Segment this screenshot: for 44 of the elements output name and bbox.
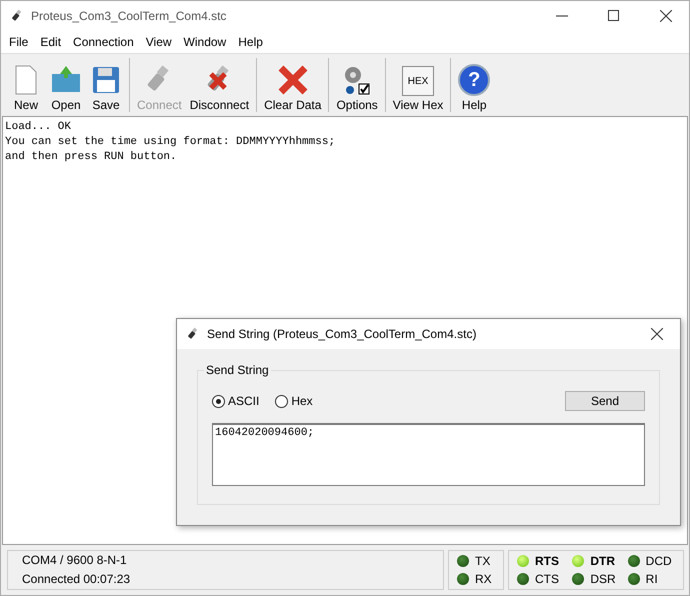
radio-option[interactable]: Hex xyxy=(275,394,313,408)
maximize-icon xyxy=(608,10,620,22)
terminal-line: Load... OK xyxy=(5,120,72,135)
menu-item[interactable]: View xyxy=(140,35,178,49)
connection-status: Connected 00:07:23 xyxy=(22,571,132,588)
terminal-line: and then press RUN button. xyxy=(5,150,178,165)
radio-option[interactable]: ASCII xyxy=(212,394,260,408)
lamp-label: DSR xyxy=(590,572,616,586)
lamp-label: RX xyxy=(475,572,492,586)
lamp-label: RTS xyxy=(535,554,559,568)
send-button[interactable]: Send xyxy=(565,391,645,411)
cross-icon xyxy=(276,64,309,96)
terminal-line: You can set the time using format: DDMMYYYYhhmmss; xyxy=(5,135,336,150)
menu-item[interactable]: Help xyxy=(232,35,269,49)
lamp-label: CTS xyxy=(535,572,559,586)
lamp-label: DCD xyxy=(646,554,672,568)
port-settings: COM4 / 9600 8-N-1 xyxy=(22,552,128,569)
hex-icon: HEX xyxy=(402,66,434,96)
radio-button[interactable] xyxy=(275,394,288,408)
toolbar-button[interactable]: HEX View Hex xyxy=(388,58,448,112)
menu-item[interactable]: Connection xyxy=(67,35,140,49)
toolbar-button[interactable]: Disconnect xyxy=(186,58,254,112)
toolbar-button[interactable]: Clear Data xyxy=(260,58,326,112)
menu-item[interactable]: Window xyxy=(178,35,232,49)
help-icon: ? xyxy=(458,64,490,96)
toolbar-button[interactable]: Save xyxy=(86,58,126,112)
lamp-label: DTR xyxy=(590,554,615,568)
lamp-label: TX xyxy=(475,554,490,568)
menu-item[interactable]: Edit xyxy=(34,35,68,49)
radio-label: Hex xyxy=(291,394,313,408)
group-label: Send String xyxy=(204,363,271,377)
toolbar-button[interactable]: Open xyxy=(46,58,86,112)
window-title: Proteus_Com3_CoolTerm_Com4.stc xyxy=(31,9,228,23)
lamp-label: RI xyxy=(646,572,658,586)
close-icon xyxy=(660,10,672,22)
input-field[interactable]: 16042020094600; xyxy=(212,423,645,486)
dialog-title: Send String (Proteus_Com3_CoolTerm_Com4.stc) xyxy=(207,327,478,341)
menu-item[interactable]: File xyxy=(3,35,34,49)
toolbar-button[interactable]: Options xyxy=(332,58,382,112)
toolbar-button[interactable]: ? Help xyxy=(454,58,494,112)
close-icon xyxy=(651,328,663,340)
toolbar-button[interactable]: New xyxy=(6,58,46,112)
radio-button[interactable] xyxy=(212,394,225,408)
radio-label: ASCII xyxy=(228,394,260,408)
